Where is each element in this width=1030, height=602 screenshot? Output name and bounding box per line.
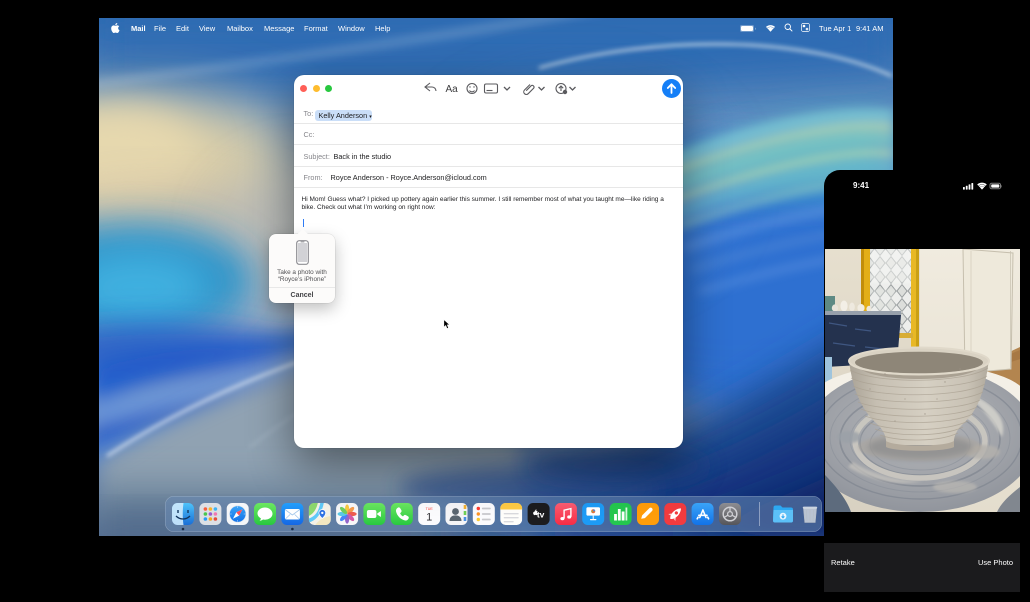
svg-text:1: 1 [426,511,432,523]
svg-text:Aa: Aa [445,84,458,95]
svg-text:TUE: TUE [426,507,434,511]
svg-text:tv: tv [537,509,545,519]
